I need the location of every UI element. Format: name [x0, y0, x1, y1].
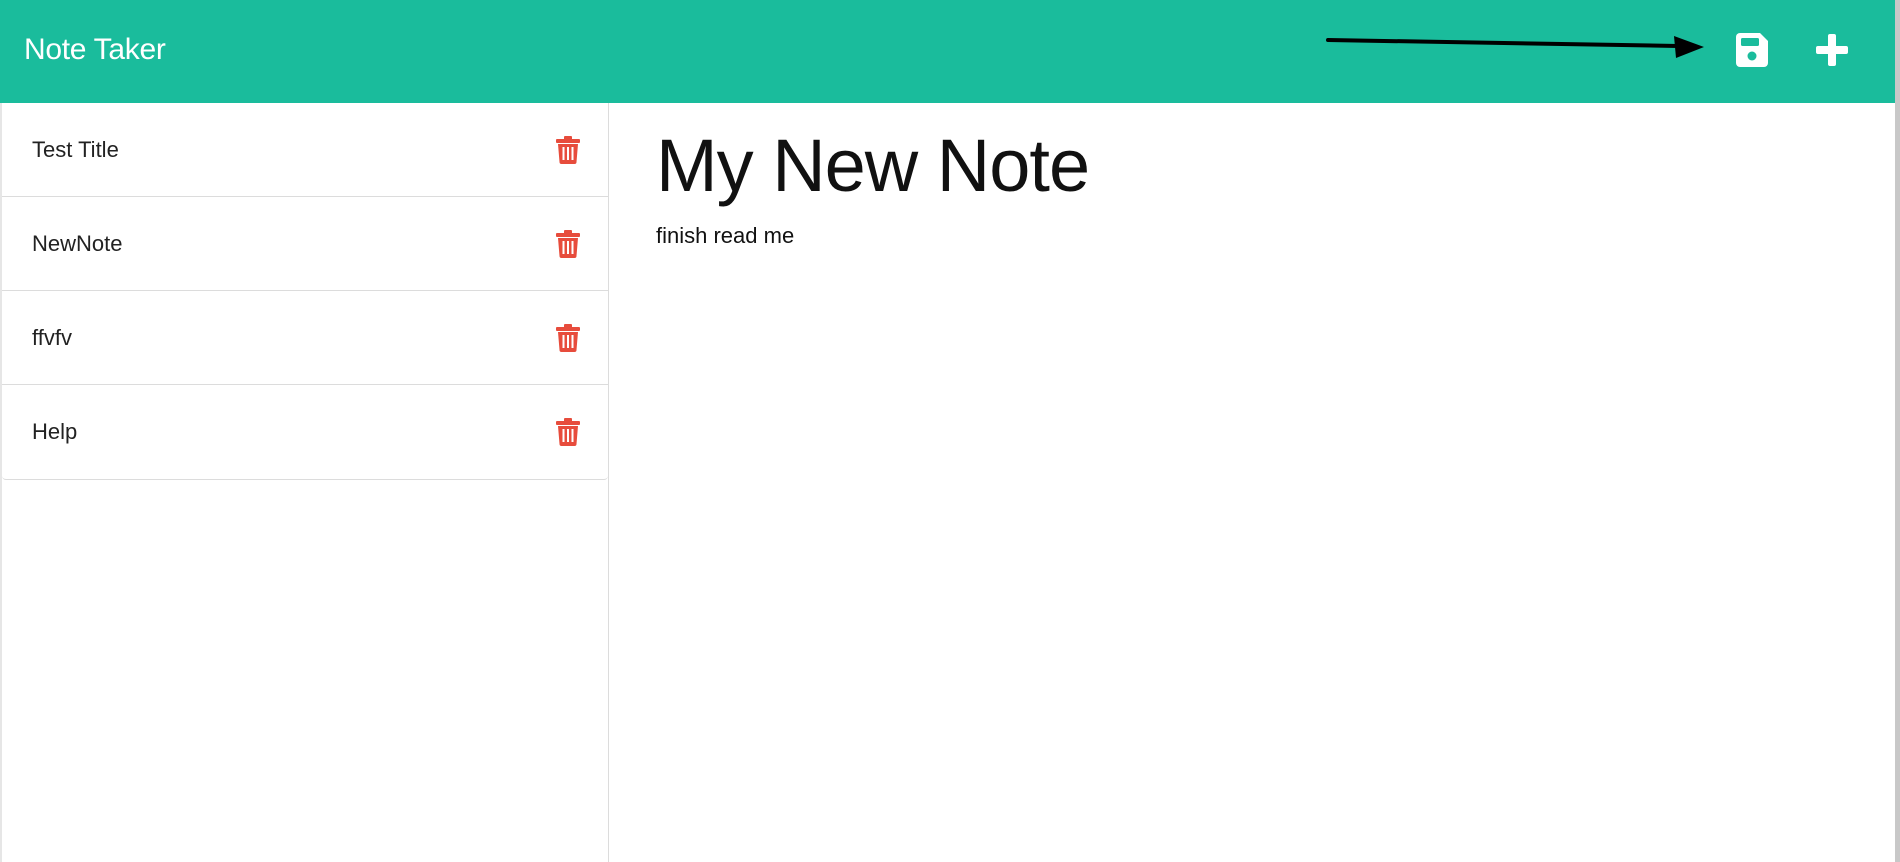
delete-note-button[interactable]	[555, 323, 581, 353]
note-editor: finish read me	[609, 103, 1895, 862]
trash-icon	[556, 418, 580, 446]
floppy-disk-icon	[1736, 33, 1768, 67]
scrollbar-thumb[interactable]	[1895, 0, 1900, 862]
note-body-textarea[interactable]: finish read me	[656, 221, 1806, 821]
note-list: Test Title NewNote ffvfv Help	[2, 103, 608, 480]
delete-note-button[interactable]	[555, 135, 581, 165]
trash-icon	[556, 323, 580, 352]
plus-icon	[1816, 34, 1848, 66]
note-list-title[interactable]: Test Title	[32, 137, 119, 163]
note-list-item[interactable]: NewNote	[2, 197, 608, 291]
note-list-title[interactable]: Help	[32, 419, 77, 445]
note-list-item[interactable]: Test Title	[2, 103, 608, 197]
note-list-title[interactable]: ffvfv	[32, 325, 72, 351]
save-note-button[interactable]	[1730, 28, 1774, 72]
delete-note-button[interactable]	[555, 229, 581, 259]
delete-note-button[interactable]	[555, 417, 581, 447]
note-list-title[interactable]: NewNote	[32, 231, 122, 257]
new-note-button[interactable]	[1810, 28, 1854, 72]
page-scrollbar[interactable]	[1895, 0, 1900, 862]
navbar: Note Taker	[0, 0, 1895, 103]
trash-icon	[556, 229, 580, 258]
note-title-input[interactable]	[656, 119, 1756, 211]
arrow-right-icon	[1326, 36, 1704, 58]
notes-sidebar: Test Title NewNote ffvfv Help	[0, 103, 609, 862]
note-list-item[interactable]: ffvfv	[2, 291, 608, 385]
note-list-item[interactable]: Help	[2, 385, 608, 479]
app-brand[interactable]: Note Taker	[24, 32, 166, 68]
trash-icon	[556, 135, 580, 164]
